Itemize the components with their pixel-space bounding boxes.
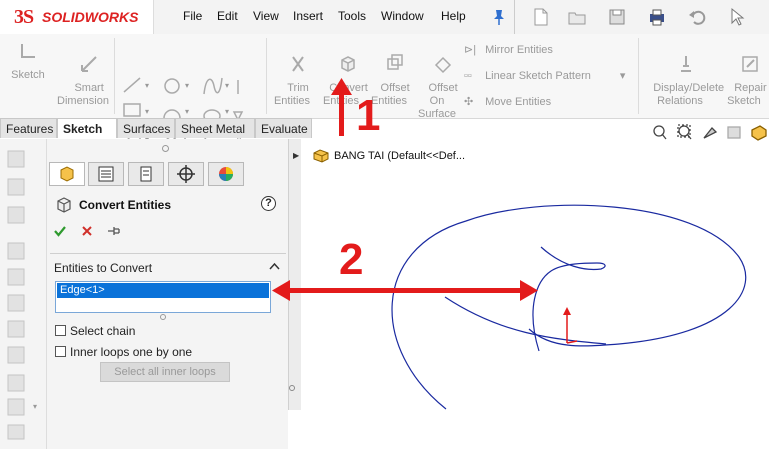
annotation-overlay (272, 78, 538, 301)
step-2-label: 2 (339, 235, 364, 284)
step-1-label: 1 (356, 91, 381, 140)
